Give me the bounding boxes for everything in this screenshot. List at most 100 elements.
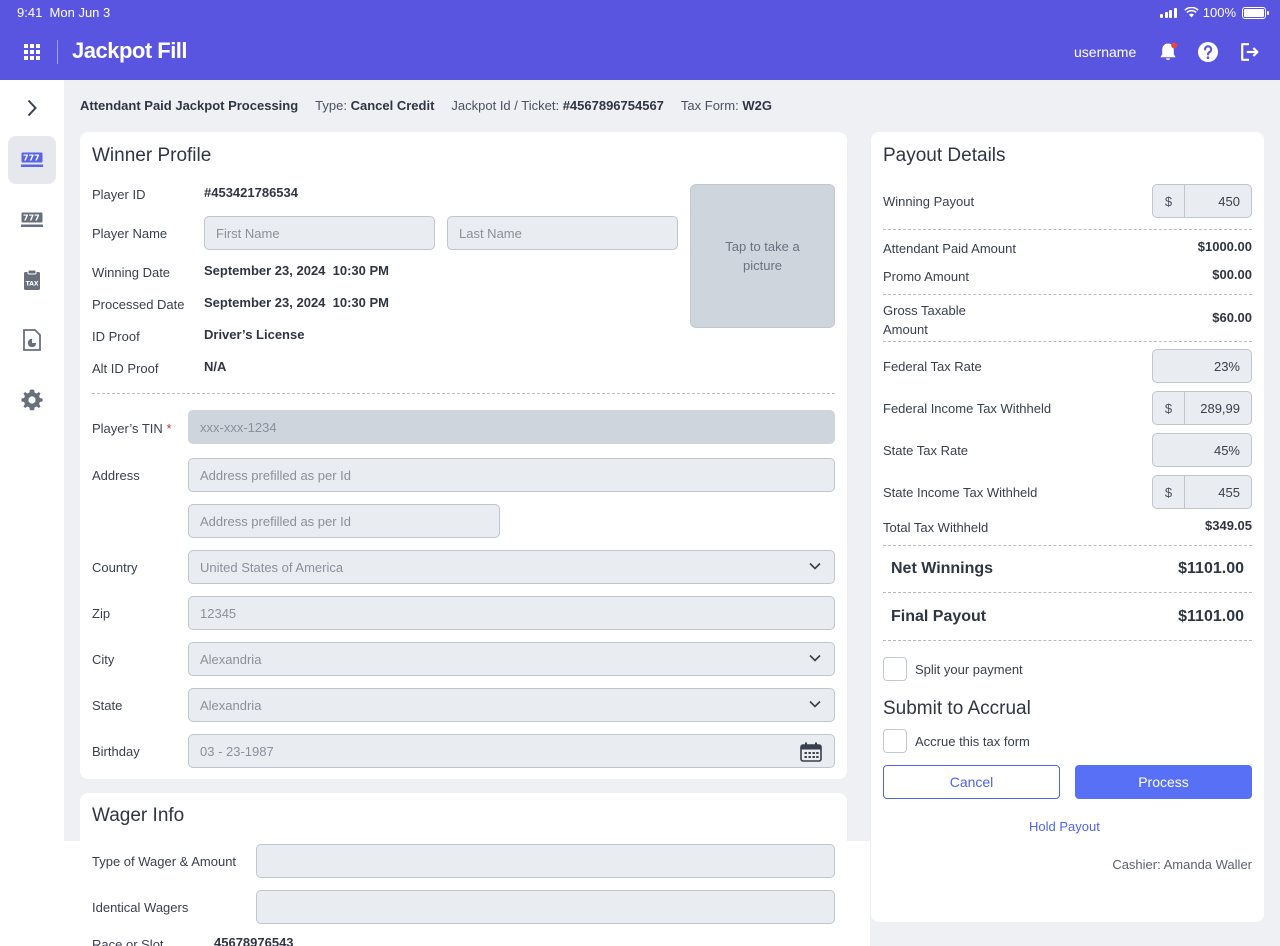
payout-divider xyxy=(883,341,1252,342)
attendant-paid-label: Attendant Paid Amount xyxy=(883,241,1016,256)
tin-input[interactable]: xxx-xxx-1234 xyxy=(188,410,835,444)
sidebar-item-reports[interactable] xyxy=(8,316,56,364)
username[interactable]: username xyxy=(1074,44,1136,60)
sidebar: 777 777 TAX xyxy=(0,80,64,946)
status-time: 9:41 Mon Jun 3 xyxy=(17,5,110,20)
winning-date-value: September 23, 2024 10:30 PM xyxy=(204,263,389,278)
accrue-label: Accrue this tax form xyxy=(915,734,1030,749)
race-slot-label: Race or Slot xyxy=(92,937,164,946)
winning-payout-input[interactable]: $ 450 xyxy=(1152,184,1252,218)
accrue-checkbox[interactable] xyxy=(883,729,907,753)
winner-profile-title: Winner Profile xyxy=(92,145,212,166)
city-select[interactable]: Alexandria xyxy=(188,642,835,676)
country-value: United States of America xyxy=(200,559,344,575)
country-select[interactable]: United States of America xyxy=(188,550,835,584)
address-line1-input[interactable]: Address prefilled as per Id xyxy=(188,458,835,492)
state-rate-input[interactable]: 45% xyxy=(1152,433,1252,467)
state-withheld-value: 455 xyxy=(1218,485,1240,500)
cancel-button[interactable]: Cancel xyxy=(883,765,1060,799)
battery-icon xyxy=(1242,6,1269,19)
chevron-down-icon xyxy=(809,562,821,570)
promo-amount-label: Promo Amount xyxy=(883,269,969,284)
address-line2-input[interactable]: Address prefilled as per Id xyxy=(188,504,500,538)
promo-amount-value: $00.00 xyxy=(1212,267,1252,282)
zip-label: Zip xyxy=(92,606,111,621)
currency-symbol: $ xyxy=(1153,185,1185,217)
notification-bell-icon[interactable] xyxy=(1157,41,1179,63)
wifi-icon xyxy=(1183,7,1199,18)
final-payout-value: $1101.00 xyxy=(1178,608,1244,625)
attendant-paid-value: $1000.00 xyxy=(1197,239,1252,254)
tin-label-text: Player’s TIN xyxy=(92,421,163,436)
identical-wagers-label: Identical Wagers xyxy=(92,900,189,915)
state-value: Alexandria xyxy=(200,697,262,713)
player-name-label: Player Name xyxy=(92,226,168,241)
process-button[interactable]: Process xyxy=(1075,765,1252,799)
processed-date-value: September 23, 2024 10:30 PM xyxy=(204,295,389,310)
birthday-input[interactable]: 03 - 23-1987 xyxy=(188,734,835,768)
id-proof-value: Driver’s License xyxy=(204,327,305,342)
battery-percent: 100% xyxy=(1202,5,1236,20)
take-picture-button[interactable]: Tap to take a picture xyxy=(690,184,835,328)
winning-payout-label: Winning Payout xyxy=(883,194,975,209)
jackpot-id-value: #4567896754567 xyxy=(562,98,664,113)
city-value: Alexandria xyxy=(200,651,262,667)
hold-payout-link[interactable]: Hold Payout xyxy=(1029,819,1100,834)
identical-wagers-input[interactable] xyxy=(256,890,835,924)
svg-text:TAX: TAX xyxy=(26,281,39,288)
id-proof-label: ID Proof xyxy=(92,329,140,344)
sidebar-item-settings[interactable] xyxy=(8,376,56,424)
birthday-value: 03 - 23-1987 xyxy=(200,743,274,759)
apps-grid-icon[interactable] xyxy=(24,44,40,60)
zip-input[interactable]: 12345 xyxy=(188,596,835,630)
help-icon[interactable] xyxy=(1197,41,1219,63)
top-bar: 9:41 Mon Jun 3 100% Jackpot Fill usernam… xyxy=(0,0,1280,80)
expand-sidebar-button[interactable] xyxy=(8,84,56,132)
required-marker: * xyxy=(166,421,172,436)
wager-type-label: Type of Wager & Amount xyxy=(92,854,237,869)
svg-text:777: 777 xyxy=(23,154,40,163)
state-rate-label: State Tax Rate xyxy=(883,443,969,458)
winning-date-label: Winning Date xyxy=(92,265,171,280)
section-divider xyxy=(92,393,835,394)
state-label: State xyxy=(92,698,123,713)
breadcrumb-section: Attendant Paid Jackpot Processing xyxy=(80,98,299,113)
federal-rate-input[interactable]: 23% xyxy=(1152,349,1252,383)
logout-icon[interactable] xyxy=(1238,41,1260,63)
gross-label-line1: Gross Taxable xyxy=(883,303,966,318)
chevron-down-icon xyxy=(809,654,821,662)
gross-taxable-label: Gross Taxable Amount xyxy=(883,301,966,339)
sidebar-item-tax[interactable]: TAX xyxy=(8,256,56,304)
final-payout-label: Final Payout xyxy=(891,608,987,625)
federal-rate-value: 23% xyxy=(1213,359,1240,374)
last-name-input[interactable]: Last Name xyxy=(447,216,678,250)
currency-symbol: $ xyxy=(1153,392,1185,424)
sidebar-item-jackpot[interactable]: 777 xyxy=(8,136,56,184)
wager-info-title: Wager Info xyxy=(92,805,185,826)
payout-divider xyxy=(883,545,1252,546)
federal-rate-label: Federal Tax Rate xyxy=(883,359,982,374)
report-icon xyxy=(23,329,41,351)
total-tax-label: Total Tax Withheld xyxy=(883,520,989,535)
first-name-input[interactable]: First Name xyxy=(204,216,435,250)
slot-fill-icon: 777 xyxy=(21,212,43,227)
gross-label-line2: Amount xyxy=(883,322,928,337)
header-divider xyxy=(57,40,58,64)
city-label: City xyxy=(92,652,115,667)
wager-type-input[interactable] xyxy=(256,844,835,878)
photo-prompt: Tap to take a picture xyxy=(725,239,800,273)
sidebar-item-jackpot-fill[interactable]: 777 xyxy=(8,196,56,244)
tax-clipboard-icon: TAX xyxy=(24,269,40,290)
state-select[interactable]: Alexandria xyxy=(188,688,835,722)
calendar-icon[interactable] xyxy=(800,742,822,762)
federal-withheld-input[interactable]: $ 289,99 xyxy=(1152,391,1252,425)
payout-divider xyxy=(883,640,1252,641)
state-withheld-input[interactable]: $ 455 xyxy=(1152,475,1252,509)
race-slot-value: 45678976543 xyxy=(214,935,294,946)
alt-id-proof-label: Alt ID Proof xyxy=(92,361,159,376)
chevron-down-icon xyxy=(809,700,821,708)
split-payment-checkbox[interactable] xyxy=(883,657,907,681)
status-indicators: 100% xyxy=(1160,5,1269,20)
chevron-right-icon xyxy=(27,99,37,117)
accrual-title: Submit to Accrual xyxy=(883,698,1031,719)
